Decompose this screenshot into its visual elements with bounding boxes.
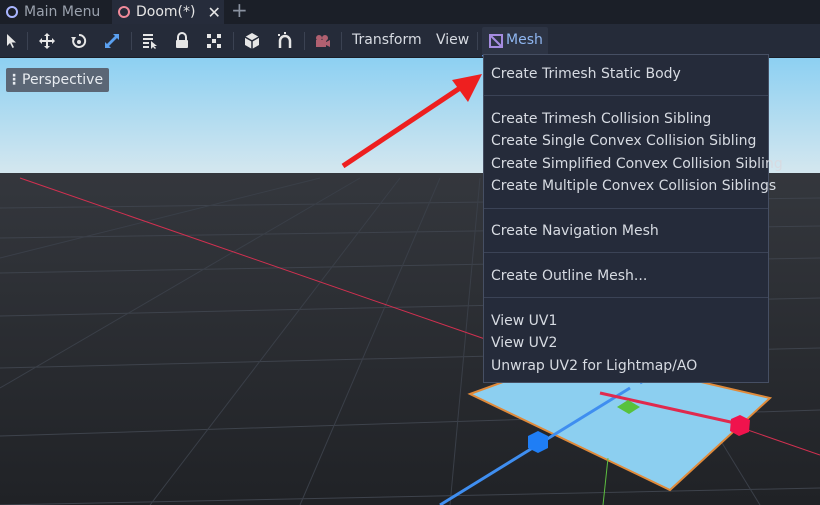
menu-item-view-uv1[interactable]: View UV1 [491,313,557,329]
toolbar-separator [233,32,234,50]
local-space-icon[interactable] [243,32,261,50]
mesh-menu-button[interactable]: Mesh [482,27,548,57]
menu-item-create-outline-mesh[interactable]: Create Outline Mesh... [491,268,647,284]
mesh-menu-label: Mesh [506,32,543,48]
close-icon[interactable]: ✕ [207,3,220,22]
menu-separator [484,208,768,209]
mesh-icon [489,34,503,48]
transform-menu[interactable]: Transform [352,32,422,48]
mesh-dropdown-menu: Create Trimesh Static Body Create Trimes… [483,54,783,383]
perspective-label: Perspective [22,72,104,88]
menu-dots-icon: ⋮ [7,72,21,88]
scene-circle-icon [118,6,130,18]
viewport-toolbar: Transform View Mesh [0,24,820,58]
toolbar-separator [131,32,132,50]
menu-item-create-single-convex-collision-sibling[interactable]: Create Single Convex Collision Sibling [491,133,756,149]
menu-item-view-uv2[interactable]: View UV2 [491,335,557,351]
toolbar-separator [304,32,305,50]
menu-item-create-multiple-convex-collision-siblings[interactable]: Create Multiple Convex Collision Sibling… [491,178,776,194]
select-icon[interactable] [3,32,21,50]
toolbar-separator [341,32,342,50]
snap-icon[interactable] [276,32,294,50]
tab-label: Doom(*) [136,4,196,20]
menu-separator [484,252,768,253]
tab-doom[interactable]: Doom(*) ✕ [112,0,224,24]
scene-circle-icon [6,6,18,18]
tab-label: Main Menu [24,4,101,20]
group-icon[interactable] [205,32,223,50]
scene-tab-bar: Main Menu Doom(*) ✕ + [0,0,820,24]
camera-icon[interactable] [313,32,331,50]
add-tab-icon[interactable]: + [231,0,248,22]
menu-separator [484,297,768,298]
menu-separator [484,95,768,96]
toolbar-separator [477,32,478,50]
lock-icon[interactable] [173,32,191,50]
move-icon[interactable] [38,32,56,50]
scale-icon[interactable] [103,32,121,50]
perspective-menu[interactable]: ⋮ Perspective [6,68,110,92]
menu-item-unwrap-uv2[interactable]: Unwrap UV2 for Lightmap/AO [491,358,697,374]
menu-item-create-trimesh-static-body[interactable]: Create Trimesh Static Body [491,66,681,82]
menu-item-create-simplified-convex-collision-sibling[interactable]: Create Simplified Convex Collision Sibli… [491,156,783,172]
menu-item-create-trimesh-collision-sibling[interactable]: Create Trimesh Collision Sibling [491,111,711,127]
list-select-icon[interactable] [141,32,159,50]
view-menu[interactable]: View [436,32,469,48]
toolbar-separator [27,32,28,50]
rotate-icon[interactable] [70,32,88,50]
menu-item-create-navigation-mesh[interactable]: Create Navigation Mesh [491,223,659,239]
tab-main-menu[interactable]: Main Menu [0,0,110,24]
